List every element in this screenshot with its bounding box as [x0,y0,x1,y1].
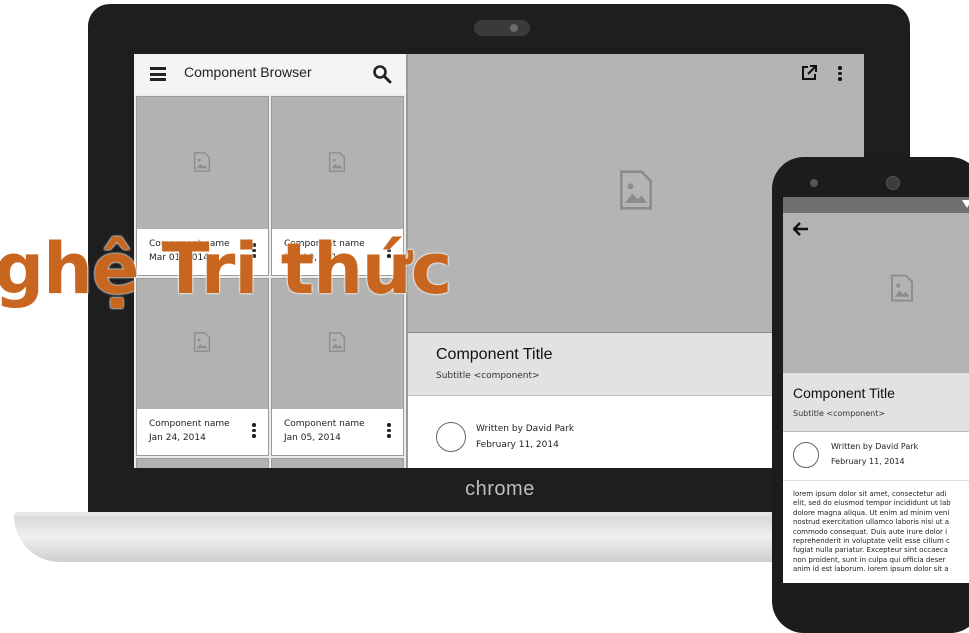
body-line: reprehenderit in voluptate velit esse ci… [793,537,950,546]
laptop-camera [474,20,530,36]
image-placeholder-icon [891,274,913,302]
publish-date: February 11, 2014 [831,457,905,466]
menu-icon[interactable] [150,67,166,81]
page-subtitle: Subtitle <component> [436,371,540,381]
image-placeholder-icon [328,152,346,172]
arrow-back-icon[interactable] [793,222,809,236]
card-date: Jan 24, 2014 [149,433,206,443]
more-vert-icon[interactable] [387,423,391,439]
search-icon[interactable] [372,64,392,84]
card-thumbnail [137,459,268,468]
card-footer: Component name Jan 05, 2014 [272,409,403,455]
card-date: Jan 05, 2014 [284,433,341,443]
card-thumbnail [272,459,403,468]
body-line: dolore magna aliqua. Ut enim ad minim ve… [793,508,950,517]
phone-title-band: Component Title Subtitle <component> [783,373,969,432]
phone-screen: Component Title Subtitle <component> Wri… [783,197,969,583]
image-placeholder-icon [193,152,211,172]
phone-page-subtitle: Subtitle <component> [793,409,886,418]
page-title: Component Title [436,346,553,363]
phone-camera [886,176,900,190]
more-vert-icon[interactable] [838,66,842,82]
body-line: anim id est laborum. lorem ipsum dolor s… [793,565,949,574]
body-line: commodo consequat. Duis aute irure dolor… [793,527,948,536]
card-name: Component name [149,419,230,429]
app-title: Component Browser [184,64,312,80]
card-thumbnail [272,97,403,229]
author-name: Written by David Park [476,424,575,434]
component-card[interactable] [271,458,404,468]
body-line: fugiat nulla pariatur. Excepteur sint oc… [793,546,948,555]
card-thumbnail [137,97,268,229]
laptop-base [14,516,894,562]
article-body: lorem ipsum dolor sit amet, consectetur … [793,490,969,575]
phone-hero-image [783,213,969,373]
more-vert-icon[interactable] [252,423,256,439]
body-line: non proident, sunt in culpa qui officia … [793,555,946,564]
component-card[interactable] [136,458,269,468]
author-name: Written by David Park [831,442,919,451]
phone-speaker [810,179,818,187]
wifi-icon [962,200,969,208]
app-bar: Component Browser [134,54,406,94]
publish-date: February 11, 2014 [476,440,559,450]
avatar[interactable] [436,422,466,452]
status-bar [783,197,969,213]
card-footer: Component name Jan 24, 2014 [137,409,268,455]
phone-author-row: Written by David Park February 11, 2014 [783,432,969,481]
body-line: lorem ipsum dolor sit amet, consectetur … [793,490,947,498]
open-in-new-icon[interactable] [800,64,818,82]
body-line: nostrud exercitation ullamco laboris nis… [793,518,950,527]
image-placeholder-icon [193,332,211,352]
phone-page-title: Component Title [793,385,895,401]
phone-device: Component Title Subtitle <component> Wri… [772,157,969,633]
laptop-brand-label: chrome [465,478,535,500]
avatar[interactable] [793,442,819,468]
image-placeholder-icon [620,170,652,210]
body-line: elit, sed do eiusmod tempor incididunt u… [793,499,951,508]
watermark-text: ghệ Tri thức [0,228,452,310]
card-name: Component name [284,419,365,429]
image-placeholder-icon [328,332,346,352]
